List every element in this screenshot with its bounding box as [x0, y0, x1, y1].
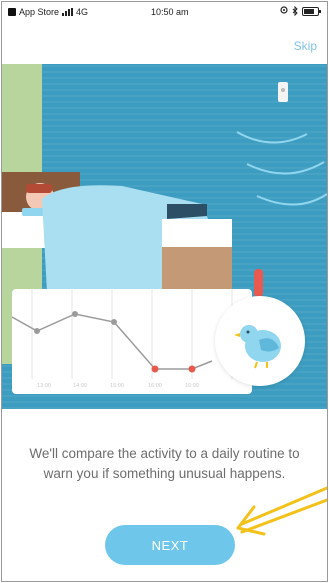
chart-tick: 15:00: [110, 383, 124, 389]
chart-tick: 16:00: [148, 383, 162, 389]
alert-bubble: [215, 296, 305, 386]
chart-tick: 16:00: [185, 383, 199, 389]
bluetooth-icon: [292, 6, 298, 16]
carrier-label: App Store: [19, 7, 60, 17]
network-label: 4G: [76, 7, 89, 17]
sensor-icon: [278, 82, 288, 102]
status-time: 10:50 am: [151, 7, 189, 17]
back-badge-icon: [8, 8, 16, 16]
phone-screen: App Store 4G 10:50 am Skip 13:00 14:00 1…: [1, 1, 328, 582]
bird-icon: [234, 325, 281, 369]
battery-icon: [302, 6, 321, 16]
skip-button[interactable]: Skip: [294, 39, 317, 53]
signal-icon: [62, 8, 74, 16]
location-icon: [280, 6, 288, 14]
status-bar: App Store 4G 10:50 am: [2, 2, 327, 22]
chart-tick: 14:00: [73, 383, 87, 389]
chart-tick: 13:00: [37, 383, 51, 389]
onboarding-message: We'll compare the activity to a daily ro…: [29, 445, 300, 481]
next-button[interactable]: NEXT: [105, 525, 235, 565]
illustration: 13:00 14:00 15:00 16:00 16:00: [2, 64, 327, 409]
